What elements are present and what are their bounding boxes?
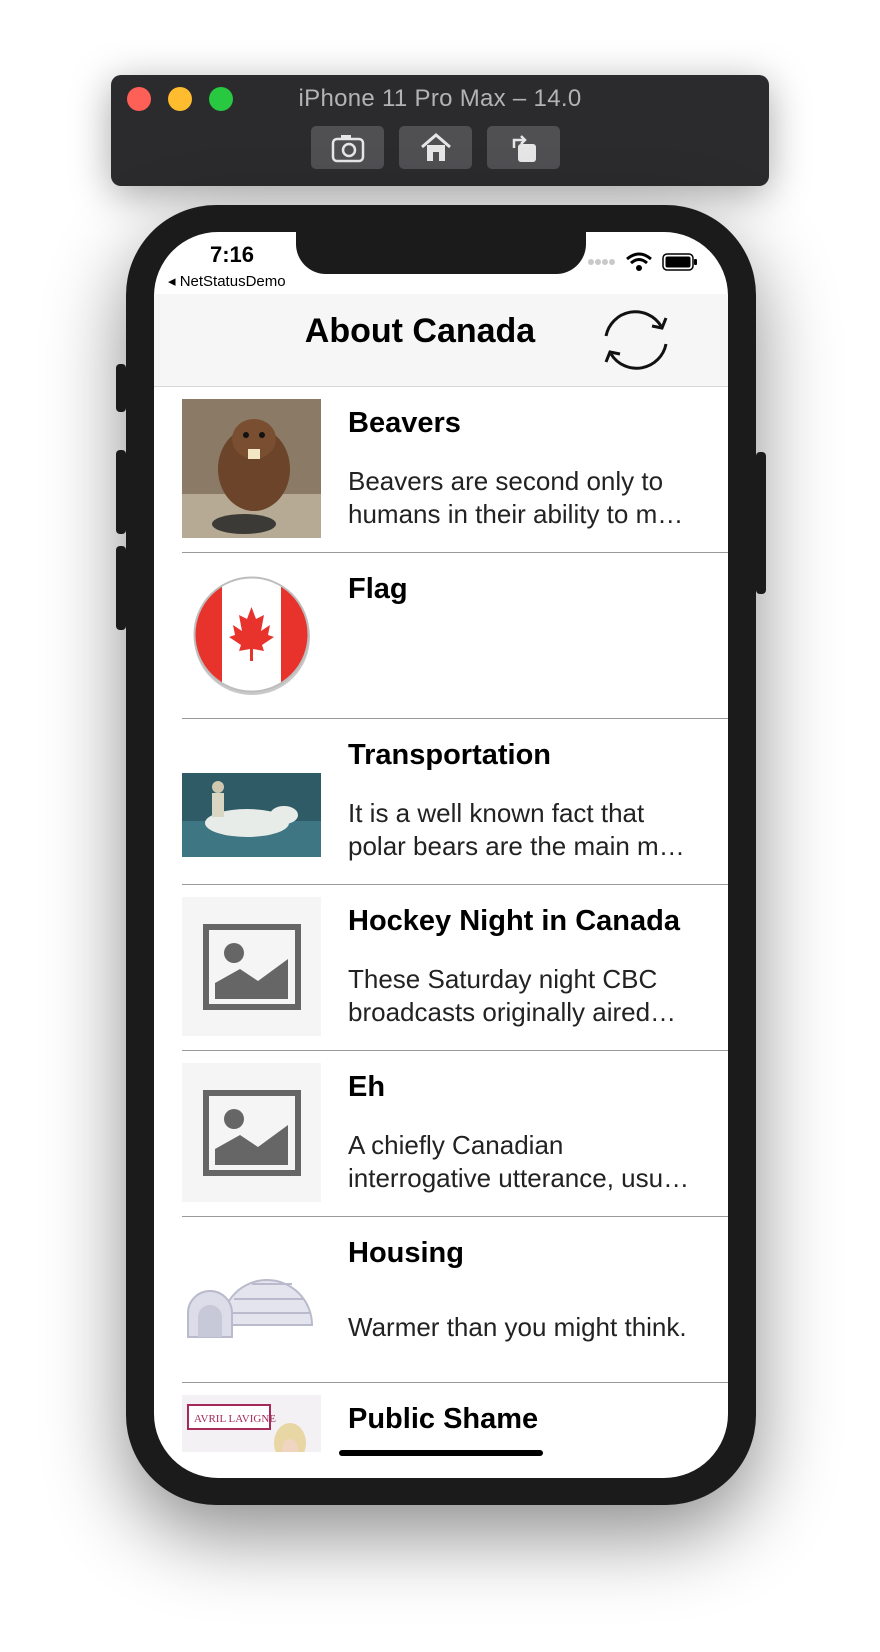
image-placeholder-icon xyxy=(182,897,321,1036)
row-title: Eh xyxy=(348,1071,386,1103)
transportation-thumbnail xyxy=(182,731,321,870)
rotate-icon xyxy=(512,134,536,162)
simulator-title: iPhone 11 Pro Max – 14.0 xyxy=(298,85,582,112)
volume-up-button xyxy=(116,450,126,534)
content-list[interactable]: Beavers Beavers are second only to human… xyxy=(154,387,728,1478)
row-title: Housing xyxy=(348,1237,464,1269)
row-title: Public Shame xyxy=(348,1403,539,1435)
list-item[interactable]: Transportation It is a well known fact t… xyxy=(154,719,728,885)
avril-lavigne-image: AVRIL LAVIGNE xyxy=(182,1395,321,1452)
refresh-button[interactable] xyxy=(586,300,686,380)
igloo-image xyxy=(182,1229,321,1368)
image-placeholder-icon xyxy=(182,1063,321,1202)
silent-switch xyxy=(116,364,126,412)
navigation-bar: About Canada xyxy=(154,294,728,387)
row-description: Beavers are second only to humans in the… xyxy=(348,466,684,529)
row-title: Transportation xyxy=(348,739,552,771)
public-shame-thumbnail: AVRIL LAVIGNE xyxy=(182,1395,321,1452)
avril-logo-text: AVRIL LAVIGNE xyxy=(194,1413,276,1425)
camera-icon xyxy=(331,134,364,162)
row-description: Warmer than you might think. xyxy=(348,1312,687,1342)
refresh-icon xyxy=(604,310,668,370)
beaver-image xyxy=(182,399,321,538)
home-indicator[interactable] xyxy=(339,1450,543,1456)
flag-thumbnail xyxy=(182,565,321,704)
status-time: 7:16 xyxy=(210,242,255,267)
list-item[interactable]: Flag xyxy=(154,553,728,719)
battery-icon xyxy=(662,253,697,271)
row-title: Hockey Night in Canada xyxy=(348,905,680,937)
canada-flag-icon xyxy=(193,576,310,695)
placeholder-thumbnail xyxy=(182,1063,321,1202)
list-item[interactable]: AVRIL LAVIGNE Public Shame xyxy=(154,1383,728,1478)
back-to-app-link[interactable]: ◂ NetStatusDemo xyxy=(168,272,286,290)
status-indicators xyxy=(588,252,698,272)
wifi-icon xyxy=(626,252,652,271)
volume-down-button xyxy=(116,546,126,630)
row-description: It is a well known fact that polar bears… xyxy=(348,798,685,861)
home-icon xyxy=(420,132,451,161)
list-item[interactable]: Eh A chiefly Canadian interrogative utte… xyxy=(154,1051,728,1217)
simulator-window: iPhone 11 Pro Max – 14.0 xyxy=(111,75,769,186)
screenshot-button[interactable] xyxy=(311,126,384,169)
row-title: Beavers xyxy=(348,407,461,439)
notch xyxy=(296,232,586,274)
power-button xyxy=(756,452,766,594)
housing-thumbnail xyxy=(182,1229,321,1368)
device-screen: 7:16 ◂ NetStatusDemo About Canada Beaver… xyxy=(154,232,728,1478)
list-item[interactable]: Hockey Night in Canada These Saturday ni… xyxy=(154,885,728,1051)
row-description: These Saturday night CBC broadcasts orig… xyxy=(348,964,677,1027)
list-item[interactable]: Beavers Beavers are second only to human… xyxy=(154,387,728,553)
rotate-button[interactable] xyxy=(487,126,560,169)
beaver-thumbnail xyxy=(182,399,321,538)
row-description: A chiefly Canadian interrogative utteran… xyxy=(348,1130,690,1193)
polar-bear-image xyxy=(182,731,321,870)
cellular-signal-icon xyxy=(588,259,615,265)
row-title: Flag xyxy=(348,573,408,605)
home-button[interactable] xyxy=(399,126,472,169)
placeholder-thumbnail xyxy=(182,897,321,1036)
list-item[interactable]: Housing Warmer than you might think. xyxy=(154,1217,728,1383)
